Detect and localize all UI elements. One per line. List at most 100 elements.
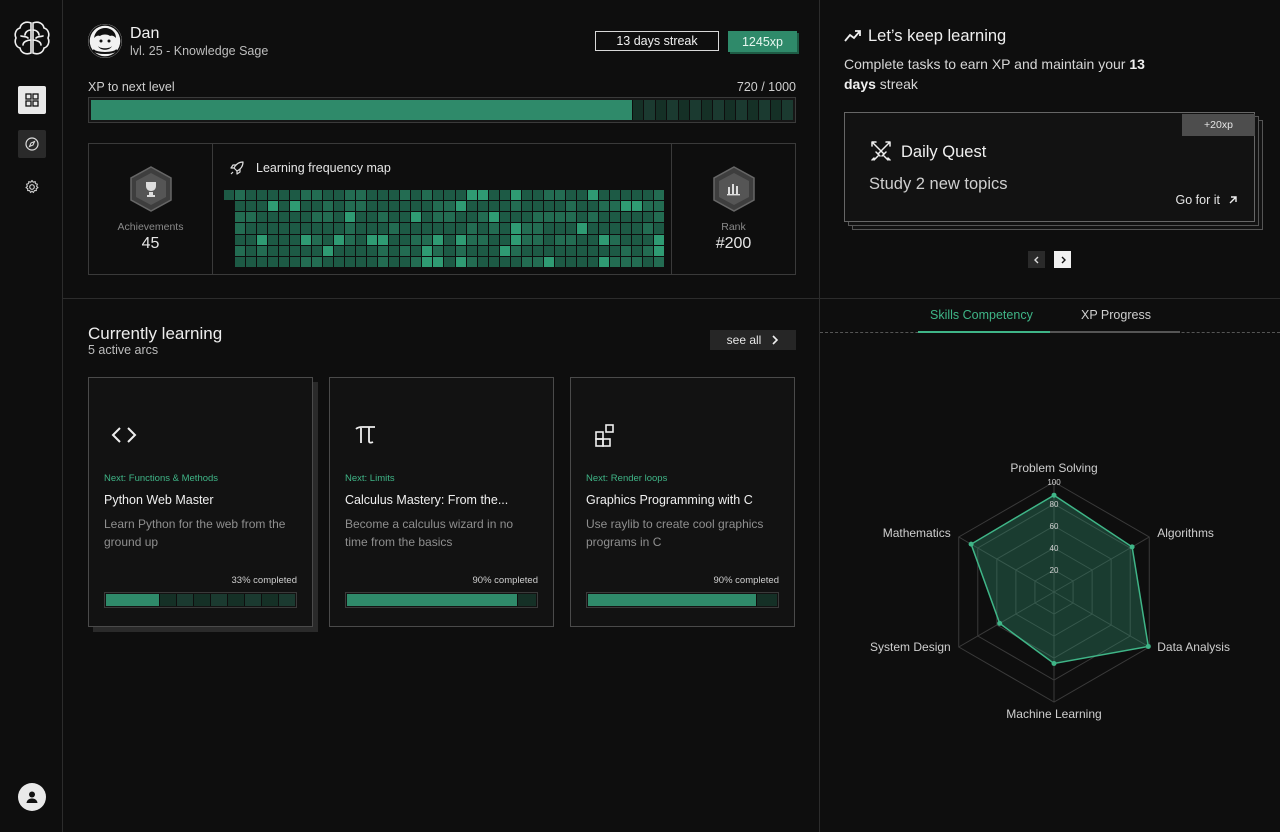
heatmap-cell <box>334 245 345 256</box>
heatmap-cell <box>521 245 532 256</box>
see-all-button[interactable]: see all <box>710 330 796 350</box>
radar-tick-label: 100 <box>1047 478 1061 487</box>
tab-xp-progress[interactable]: XP Progress <box>1081 308 1151 322</box>
heatmap-cell <box>466 223 477 234</box>
profile-button[interactable] <box>18 783 46 811</box>
achievements-stat[interactable]: Achievements 45 <box>89 144 212 274</box>
heatmap-cell <box>400 190 411 201</box>
course-percent: 90% completed <box>472 575 538 586</box>
heatmap-cell <box>433 190 444 201</box>
heatmap-cell <box>268 256 279 267</box>
heatmap-cell <box>631 234 642 245</box>
tab-skills-competency[interactable]: Skills Competency <box>930 308 1033 322</box>
heatmap-cell <box>367 212 378 223</box>
heatmap-cell <box>598 223 609 234</box>
pi-icon <box>355 426 375 444</box>
heatmap-cell <box>631 223 642 234</box>
heatmap-cell <box>532 201 543 212</box>
quest-next-button[interactable] <box>1054 251 1071 268</box>
heatmap-cell <box>466 234 477 245</box>
heatmap-cell <box>576 234 587 245</box>
course-card[interactable]: Next: Render loops Graphics Programming … <box>570 377 795 627</box>
achievements-label: Achievements <box>117 221 184 233</box>
quest-title: Daily Quest <box>901 143 987 161</box>
heatmap-cell <box>411 223 422 234</box>
course-card[interactable]: Next: Functions & Methods Python Web Mas… <box>88 377 313 627</box>
heatmap-cell <box>290 223 301 234</box>
heatmap-cell <box>576 212 587 223</box>
heatmap-cell <box>455 212 466 223</box>
heatmap-cell <box>510 245 521 256</box>
brain-logo-icon[interactable] <box>12 18 52 58</box>
heatmap-cell <box>543 190 554 201</box>
heatmap-cell <box>488 223 499 234</box>
heatmap-cell <box>400 234 411 245</box>
heatmap-cell <box>246 201 257 212</box>
keep-learning-subtitle: Complete tasks to earn XP and maintain y… <box>844 54 1164 94</box>
heatmap-cell <box>235 212 246 223</box>
heatmap-cell <box>257 256 268 267</box>
settings-nav-button[interactable] <box>18 173 46 201</box>
heatmap-cell <box>411 201 422 212</box>
heatmap-cell <box>433 234 444 245</box>
heatmap-cell <box>268 190 279 201</box>
heatmap-cell <box>389 190 400 201</box>
radar-tick-label: 80 <box>1050 500 1059 509</box>
keep-learning-subtitle-prefix: Complete tasks to earn XP and maintain y… <box>844 56 1130 72</box>
course-progress-fill <box>588 594 757 606</box>
xp-progress-remaining <box>631 100 793 120</box>
course-progress-fill <box>347 594 518 606</box>
course-progress-bar <box>586 592 779 608</box>
course-card[interactable]: Next: Limits Calculus Mastery: From the.… <box>329 377 554 627</box>
heatmap-cell <box>620 212 631 223</box>
heatmap-cell <box>642 234 653 245</box>
heatmap-cell <box>532 245 543 256</box>
heatmap-cell <box>411 234 422 245</box>
heatmap-cell <box>378 201 389 212</box>
heatmap-cell <box>609 234 620 245</box>
heatmap-cell <box>400 223 411 234</box>
heatmap-cell <box>224 212 235 223</box>
heatmap-cell <box>268 201 279 212</box>
rank-stat[interactable]: Rank #200 <box>672 144 795 274</box>
heatmap-cell <box>653 212 664 223</box>
heatmap-cell <box>301 190 312 201</box>
heatmap-cell <box>334 234 345 245</box>
heatmap-cell <box>268 212 279 223</box>
quest-prev-button[interactable] <box>1028 251 1045 268</box>
heatmap-cell <box>510 223 521 234</box>
user-name: Dan <box>130 25 160 42</box>
heatmap-cell <box>279 223 290 234</box>
heatmap-cell <box>631 190 642 201</box>
heatmap-cell <box>246 190 257 201</box>
heatmap-cell <box>642 223 653 234</box>
go-for-it-link[interactable]: Go for it <box>1176 193 1238 207</box>
course-description: Use raylib to create cool graphics progr… <box>586 517 764 549</box>
dashboard-nav-button[interactable] <box>18 86 46 114</box>
radar-axis-label: Machine Learning <box>1006 707 1101 721</box>
heatmap-cell <box>224 234 235 245</box>
heatmap-cell <box>510 256 521 267</box>
heatmap-cell <box>554 212 565 223</box>
radar-axis-label: System Design <box>870 640 951 654</box>
heatmap-cell <box>378 212 389 223</box>
avatar[interactable] <box>88 24 122 58</box>
heatmap-cell <box>279 190 290 201</box>
course-percent: 90% completed <box>713 575 779 586</box>
heatmap-cell <box>235 201 246 212</box>
heatmap-cell <box>620 234 631 245</box>
heatmap-cell <box>609 201 620 212</box>
heatmap-cell <box>356 201 367 212</box>
currently-learning-title: Currently learning <box>88 324 223 343</box>
explore-nav-button[interactable] <box>18 130 46 158</box>
gear-icon <box>25 179 39 194</box>
heatmap-cell <box>466 245 477 256</box>
heatmap-cell <box>631 212 642 223</box>
heatmap-cell <box>620 190 631 201</box>
heatmap-cell <box>543 245 554 256</box>
radar-point <box>1051 492 1057 498</box>
heatmap-cell <box>367 201 378 212</box>
heatmap-cell <box>587 245 598 256</box>
heatmap-cell <box>510 212 521 223</box>
heatmap-cell <box>257 212 268 223</box>
